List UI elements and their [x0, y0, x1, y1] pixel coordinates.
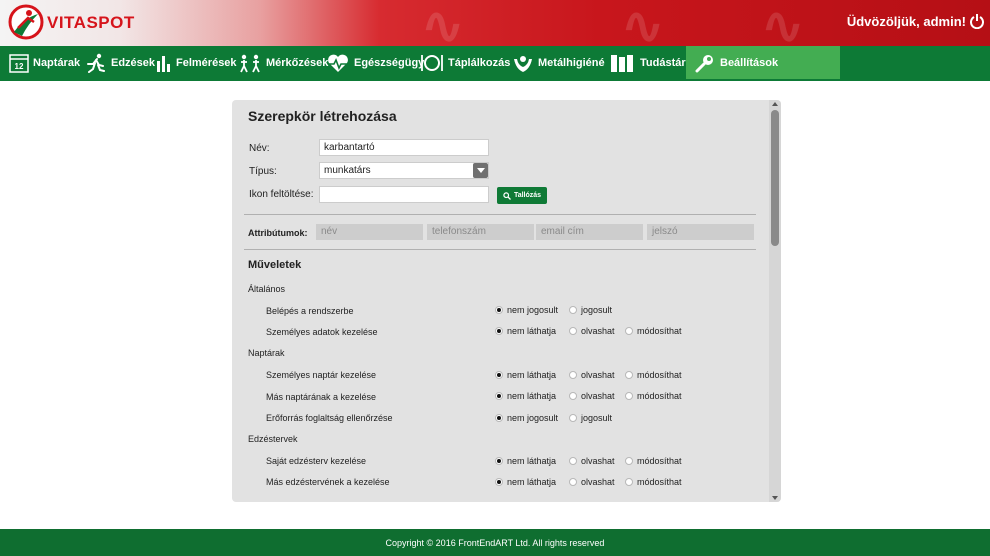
attribute-chip[interactable]: email cím	[536, 224, 643, 240]
radio-option[interactable]: nem láthatja	[495, 370, 556, 380]
nav-underline	[0, 79, 990, 81]
header-banner: ∿ ∿ ∿ VITASPOT Üdvözöljük, admin!	[0, 0, 990, 46]
power-icon[interactable]	[970, 13, 984, 29]
attribute-chip[interactable]: telefonszám	[427, 224, 534, 240]
wrench-icon	[695, 55, 713, 73]
radio-option[interactable]: módosíthat	[625, 456, 682, 466]
name-label: Név:	[249, 143, 270, 154]
permission-label: Személyes naptár kezelése	[266, 370, 377, 380]
nav-label: Edzések	[111, 57, 156, 69]
radio-option[interactable]: nem jogosult	[495, 413, 558, 423]
nav-item-merkozesek[interactable]: Mérkőzések	[238, 46, 328, 80]
nav-label: Tudástár	[640, 57, 686, 69]
group-label: Naptárak	[248, 348, 285, 358]
type-select-value: munkatárs	[324, 165, 371, 176]
radio-option[interactable]: jogosult	[569, 305, 612, 315]
nav-label: Metálhigiéné	[538, 57, 605, 69]
radio-option[interactable]: nem láthatja	[495, 456, 556, 466]
name-input[interactable]	[319, 139, 489, 156]
type-select[interactable]: munkatárs	[319, 162, 489, 179]
divider	[244, 249, 756, 250]
radio-option[interactable]: olvashat	[569, 391, 615, 401]
radio-option[interactable]: olvashat	[569, 477, 615, 487]
attributes-label: Attribútumok:	[248, 228, 308, 238]
hands-icon	[514, 56, 532, 72]
scroll-down-arrow-icon[interactable]	[772, 496, 778, 500]
radio-option[interactable]: jogosult	[569, 413, 612, 423]
books-icon	[611, 55, 633, 72]
vitaspot-logo-icon[interactable]	[8, 4, 44, 40]
nav-label: Mérkőzések	[266, 57, 329, 69]
radio-option[interactable]: nem jogosult	[495, 305, 558, 315]
panel-title: Szerepkör létrehozása	[248, 108, 397, 124]
permission-label: Más naptárának a kezelése	[266, 392, 377, 402]
nav-label: Naptárak	[33, 57, 81, 69]
attribute-chip[interactable]: jelszó	[647, 224, 754, 240]
radio-option[interactable]: nem láthatja	[495, 326, 556, 336]
banner-photo-decoration: ∿	[420, 0, 466, 46]
heartbeat-icon	[328, 54, 348, 72]
permission-label: Más edzéstervének a kezelése	[266, 477, 390, 487]
chevron-down-icon[interactable]	[473, 163, 488, 178]
scroll-up-arrow-icon[interactable]	[772, 102, 778, 106]
radio-option[interactable]: módosíthat	[625, 477, 682, 487]
permission-label: Belépés a rendszerbe	[266, 306, 354, 316]
nav-item-edzesek[interactable]: Edzések	[85, 46, 155, 80]
group-label: Általános	[248, 284, 286, 294]
radio-option[interactable]: módosíthat	[625, 326, 682, 336]
banner-photo-decoration: ∿	[760, 0, 806, 46]
icon-upload-label: Ikon feltöltése:	[249, 189, 314, 200]
footer: Copyright © 2016 FrontEndART Ltd. All ri…	[0, 529, 990, 556]
role-create-panel: Szerepkör létrehozása Név: Típus: munkat…	[232, 100, 781, 502]
permission-label: Személyes adatok kezelése	[266, 327, 378, 337]
radio-option[interactable]: nem láthatja	[495, 477, 556, 487]
nav-label: Egészségügy	[354, 57, 425, 69]
icon-upload-input[interactable]	[319, 186, 489, 203]
operations-title: Műveletek	[248, 259, 302, 271]
welcome-text: Üdvözöljük, admin!	[846, 14, 966, 29]
runner-icon	[87, 53, 105, 73]
radio-option[interactable]: olvashat	[569, 370, 615, 380]
nav-item-metalhigiene[interactable]: Metálhigiéné	[512, 46, 605, 80]
nav-item-felmeresek[interactable]: Felmérések	[156, 46, 237, 80]
attribute-chip[interactable]: név	[316, 224, 423, 240]
scrollbar-thumb[interactable]	[771, 110, 779, 246]
calendar-day: 12	[15, 62, 24, 71]
nav-label: Táplálkozás	[448, 57, 511, 69]
radio-option[interactable]: módosíthat	[625, 370, 682, 380]
radio-option[interactable]: olvashat	[569, 326, 615, 336]
permission-label: Erőforrás foglaltság ellenőrzése	[266, 413, 393, 423]
divider	[244, 214, 756, 215]
calendar-icon: 12	[9, 54, 29, 73]
brand-name: VITASPOT	[47, 13, 135, 32]
nav-item-naptarak[interactable]: 12 Naptárak	[9, 46, 80, 80]
radio-option[interactable]: nem láthatja	[495, 391, 556, 401]
main-navigation: 12 Naptárak Edzések Felmérések Mérkőzése…	[0, 46, 990, 80]
nav-label: Beállítások	[720, 57, 779, 69]
nav-label: Felmérések	[176, 57, 237, 69]
nav-item-egeszsegugy[interactable]: Egészségügy	[326, 46, 424, 80]
radio-option[interactable]: módosíthat	[625, 391, 682, 401]
radio-option[interactable]: olvashat	[569, 456, 615, 466]
group-label: Edzéstervek	[248, 434, 298, 444]
nav-item-tudastar[interactable]: Tudástár	[610, 46, 686, 80]
permission-label: Saját edzésterv kezelése	[266, 456, 367, 466]
browse-button[interactable]: Tallózás	[497, 187, 547, 204]
copyright-text: Copyright © 2016 FrontEndART Ltd. All ri…	[385, 537, 605, 548]
nav-item-taplalkozas[interactable]: Táplálkozás	[420, 46, 510, 80]
banner-photo-decoration: ∿	[620, 0, 666, 46]
browse-label: Tallózás	[513, 192, 542, 199]
type-label: Típus:	[249, 166, 277, 177]
nav-item-beallitasok[interactable]: Beállítások	[694, 46, 778, 80]
plate-icon	[421, 55, 443, 71]
players-icon	[240, 54, 260, 73]
search-icon	[503, 191, 511, 200]
chart-icon	[157, 56, 170, 72]
